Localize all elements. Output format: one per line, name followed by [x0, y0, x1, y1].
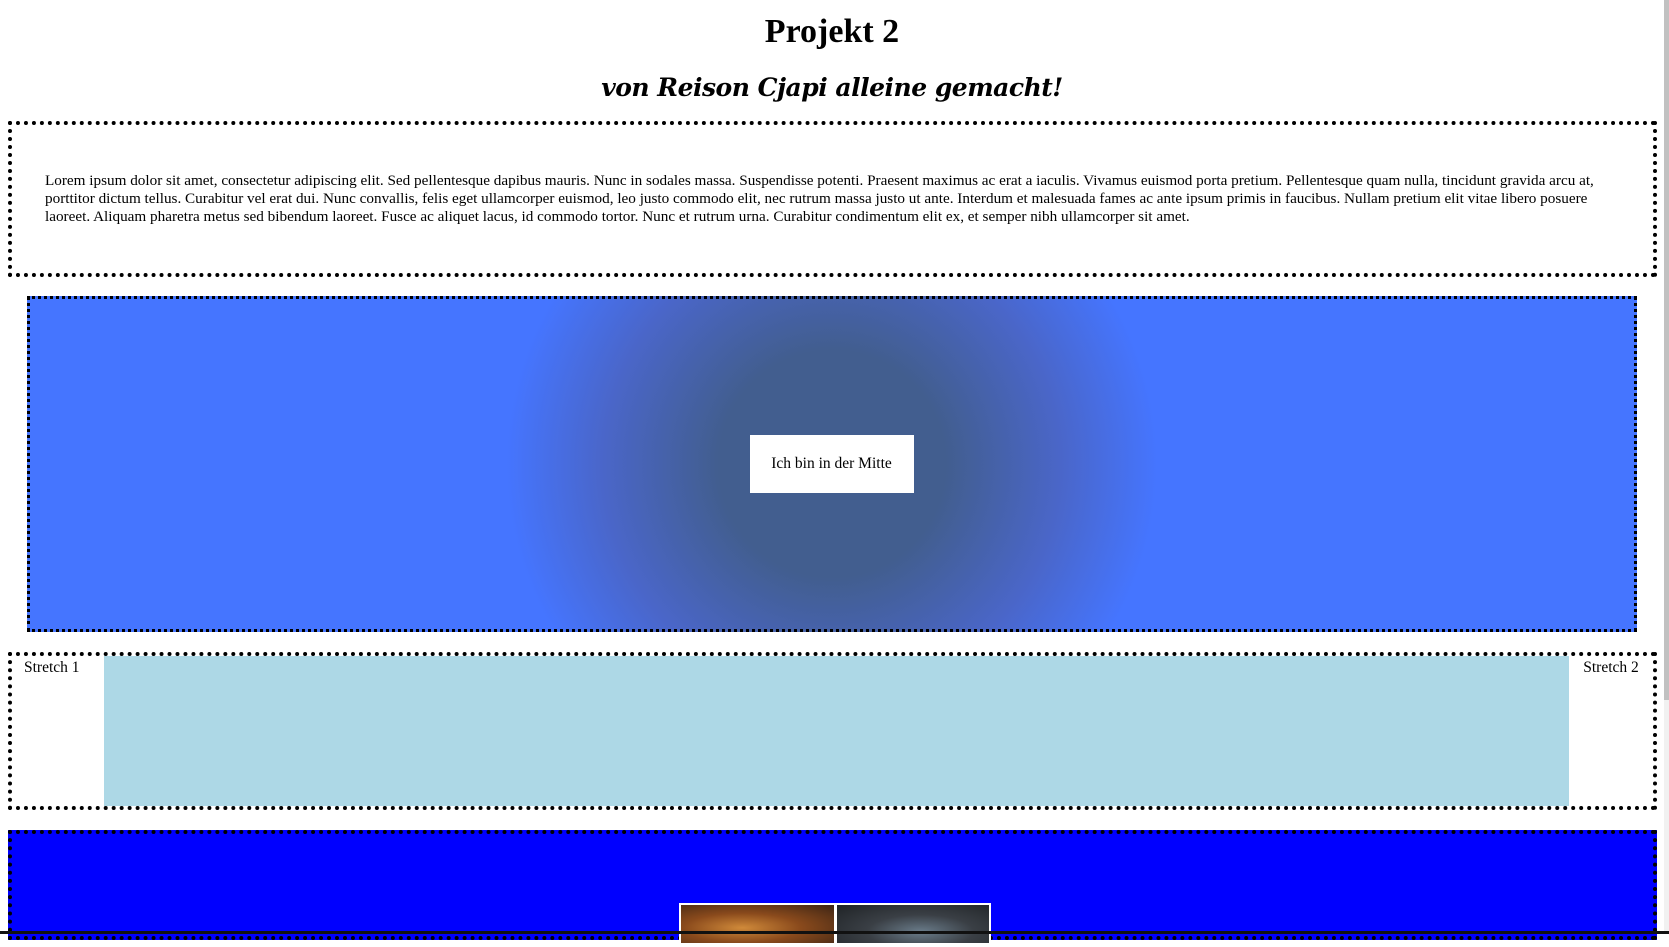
- page-subtitle: von Reison Cjapi alleine gemacht!: [601, 73, 1063, 102]
- page-title: Projekt 2: [764, 13, 900, 50]
- gallery-images: [679, 903, 991, 947]
- intro-box: Lorem ipsum dolor sit amet, consectetur …: [8, 121, 1657, 277]
- vertical-scrollbar-thumb[interactable]: [1664, 0, 1669, 700]
- intro-paragraph: Lorem ipsum dolor sit amet, consectetur …: [45, 172, 1594, 225]
- stretch-section: Stretch 1 Stretch 2: [8, 652, 1657, 810]
- centered-label: Ich bin in der Mitte: [749, 435, 914, 493]
- stretch-item-2: Stretch 2: [1583, 659, 1639, 676]
- gallery-image-2[interactable]: [836, 905, 989, 943]
- gallery-image-1[interactable]: [681, 905, 834, 943]
- page: Projekt 2 von Reison Cjapi alleine gemac…: [0, 0, 1657, 947]
- stretch-fill-area: [104, 656, 1569, 806]
- centered-section: Ich bin in der Mitte: [27, 296, 1637, 632]
- stretch-item-1: Stretch 1: [24, 659, 80, 676]
